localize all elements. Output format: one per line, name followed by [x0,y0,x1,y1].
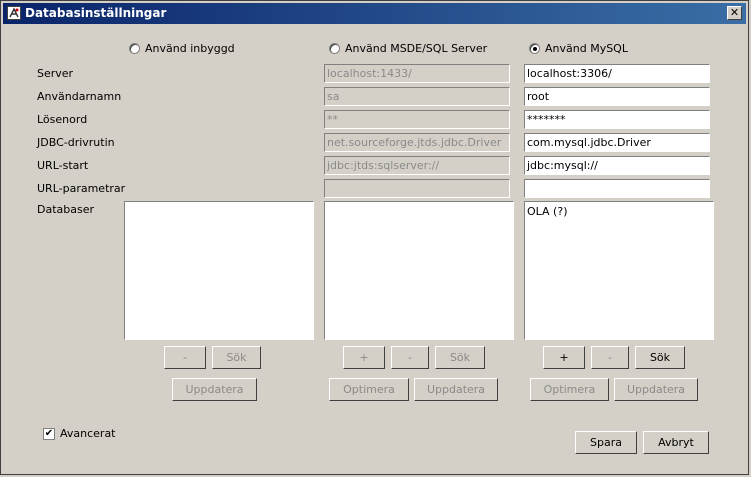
mysql-url-params-field[interactable] [524,179,710,198]
mysql-user-field[interactable]: root [524,87,710,106]
mssql-user-field[interactable]: sa [324,87,510,106]
mysql-server-field[interactable]: localhost:3306/ [524,64,710,83]
radio-builtin-indicator [129,42,140,54]
window-title: Databasinställningar [25,6,167,20]
label-url-start: URL-start [37,159,89,172]
radio-builtin-label: Använd inbyggd [145,41,235,55]
check-icon: ✔ [43,427,55,440]
advanced-label: Avancerat [60,427,116,440]
mysql-add-button[interactable]: + [543,346,585,369]
close-button[interactable]: ✕ [727,6,742,20]
label-driver: JDBC-drivrutin [37,136,115,149]
close-icon: ✕ [729,6,740,19]
builtin-databases-list[interactable] [124,201,314,340]
label-password: Lösenord [37,113,88,126]
settings-dialog: Databasinställningar ✕ Använd inbyggd An… [0,0,749,475]
builtin-update-button[interactable]: Uppdatera [172,378,257,401]
mysql-password-field[interactable]: ******* [524,110,710,129]
mssql-url-start-field[interactable]: jdbc:jtds:sqlserver:// [324,156,510,175]
radio-mysql[interactable]: Använd MySQL [529,40,628,56]
mssql-password-field[interactable]: ** [324,110,510,129]
radio-mssql-label: Använd MSDE/SQL Server [345,41,488,55]
radio-builtin[interactable]: Använd inbyggd [129,40,235,56]
mysql-search-button[interactable]: Sök [635,346,685,369]
mysql-optimize-button[interactable]: Optimera [530,378,609,401]
mysql-databases-list[interactable]: OLA (?) [524,201,714,340]
builtin-remove-button[interactable]: - [164,346,206,369]
mysql-url-start-field[interactable]: jdbc:mysql:// [524,156,710,175]
mssql-server-field[interactable]: localhost:1433/ [324,64,510,83]
label-user: Användarnamn [37,90,122,103]
mssql-driver-field[interactable]: net.sourceforge.jtds.jdbc.Driver [324,133,510,152]
mssql-search-button[interactable]: Sök [435,346,485,369]
label-server: Server [37,67,74,80]
radio-mssql-indicator [329,42,340,54]
radio-mysql-label: Använd MySQL [545,41,628,55]
radio-mysql-indicator [529,42,540,54]
mysql-remove-button[interactable]: - [591,346,629,369]
label-databases: Databaser [37,203,95,216]
label-url-params: URL-parametrar [37,182,126,195]
save-button[interactable]: Spara [575,431,637,454]
mssql-remove-button[interactable]: - [391,346,429,369]
builtin-search-button[interactable]: Sök [212,346,261,369]
mssql-databases-list[interactable] [324,201,514,340]
radio-mssql[interactable]: Använd MSDE/SQL Server [329,40,487,56]
mssql-optimize-button[interactable]: Optimera [329,378,409,401]
list-item[interactable]: OLA (?) [527,205,711,218]
title-bar: Databasinställningar ✕ [3,3,746,24]
mssql-update-button[interactable]: Uppdatera [414,378,498,401]
mssql-add-button[interactable]: + [343,346,385,369]
mysql-update-button[interactable]: Uppdatera [614,378,698,401]
app-icon [7,6,21,20]
mysql-driver-field[interactable]: com.mysql.jdbc.Driver [524,133,710,152]
cancel-button[interactable]: Avbryt [643,431,709,454]
advanced-checkbox[interactable]: ✔ Avancerat [43,427,116,440]
mssql-url-params-field[interactable] [324,179,510,198]
